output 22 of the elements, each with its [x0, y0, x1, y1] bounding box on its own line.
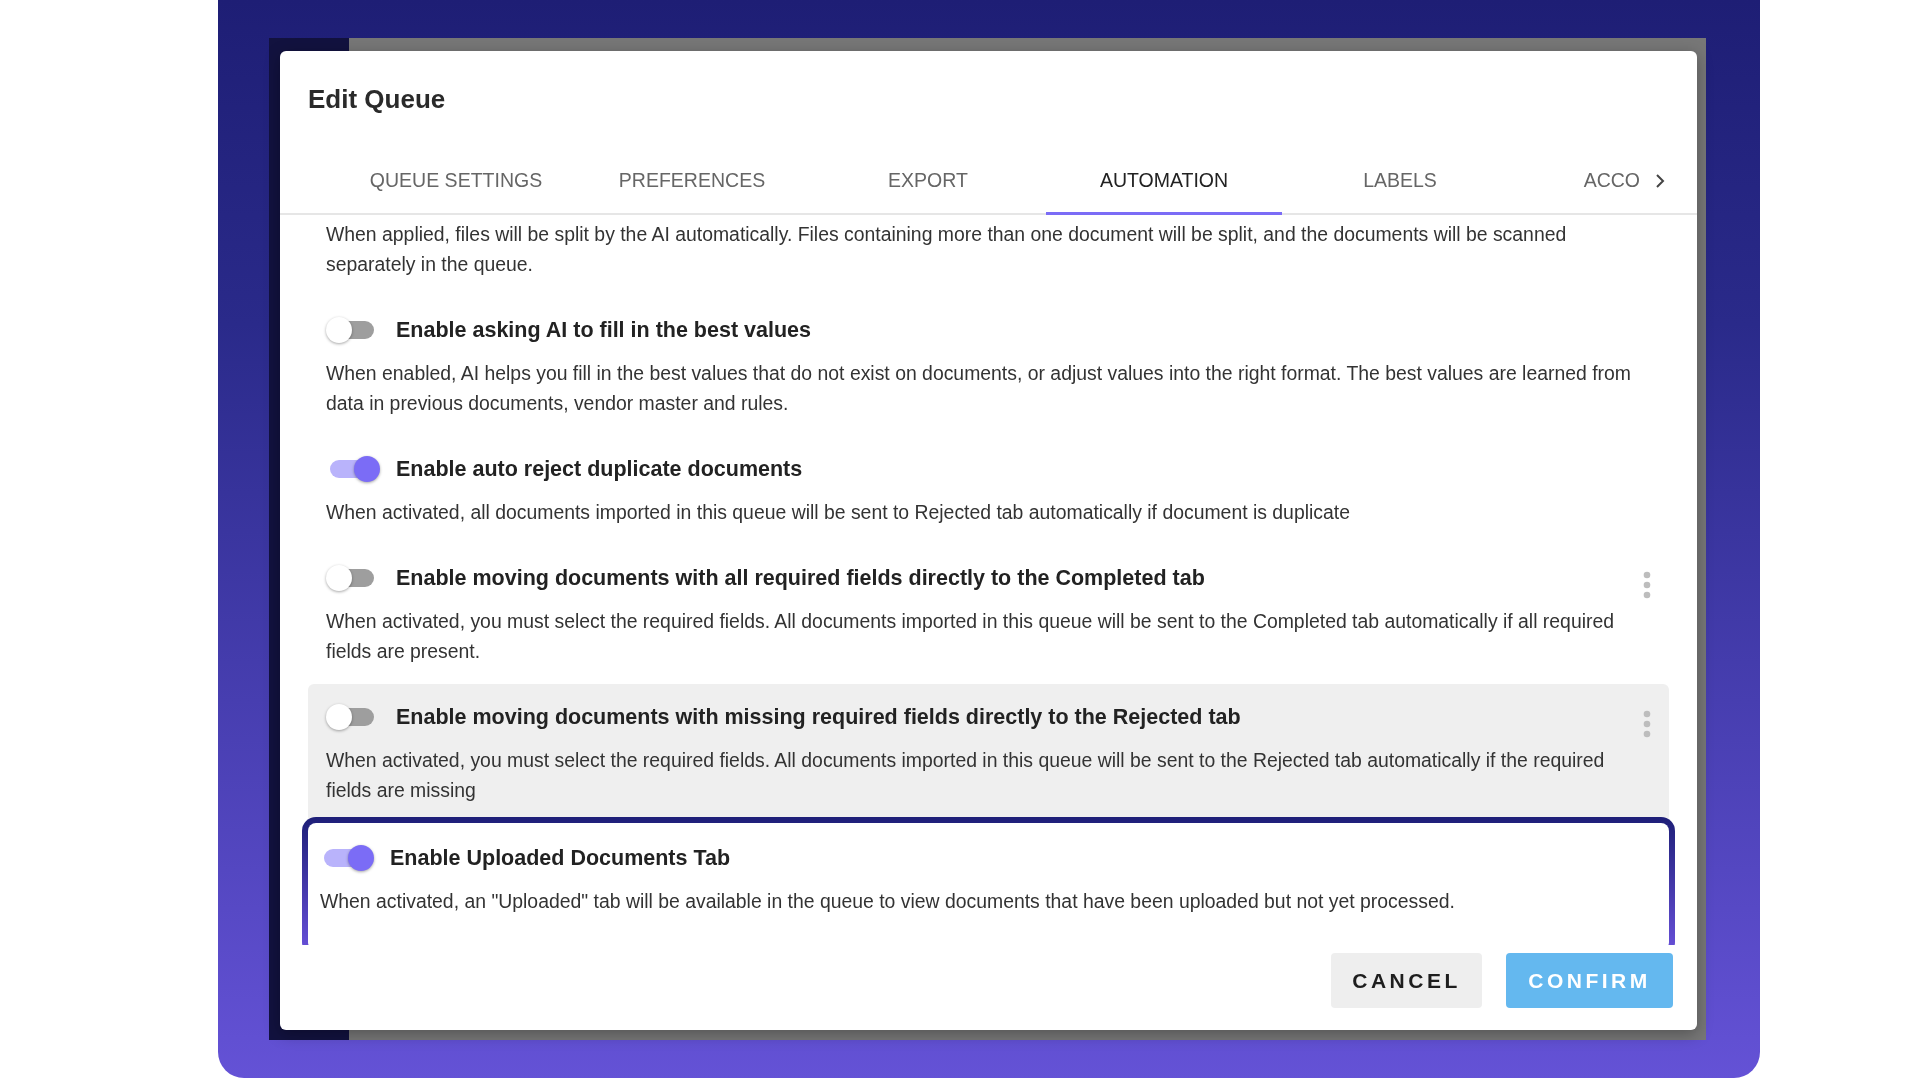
tab[interactable]: QUEUE SETTINGS: [338, 133, 574, 215]
tab[interactable]: PREFERENCES: [574, 133, 810, 215]
dialog-title: Edit Queue: [307, 83, 447, 116]
setting-title: Enable Uploaded Documents Tab: [390, 845, 731, 871]
setting-title: Enable auto reject duplicate documents: [396, 456, 803, 482]
setting-description: When activated, you must select the required fields. All documents imported in this queue will be sent to the Completed tab automatically if all required fields are present.: [326, 609, 1615, 664]
tab[interactable]: LABELS: [1282, 133, 1518, 215]
tab[interactable]: ACCO: [1518, 133, 1646, 215]
more-options-icon[interactable]: [1643, 570, 1651, 600]
cancel-button[interactable]: CANCEL: [1331, 953, 1482, 1008]
setting-description: When enabled, AI helps you fill in the best values that do not exist on documents, or adjust values into the right format. The best values are learned from data in previous documents, vendor master and rules.: [326, 361, 1632, 416]
setting-title: Enable asking AI to fill in the best values: [396, 317, 811, 343]
setting-description: When applied, files will be split by the AI automatically. Files containing more than one document will be split, and the documents will be scanned separately in the queue.: [326, 222, 1568, 277]
setting-description: When activated, all documents imported in this queue will be sent to Rejected tab automatically if document is duplicate: [326, 500, 1351, 525]
chevron-right-icon[interactable]: [1654, 173, 1666, 189]
setting-description: When activated, you must select the required fields. All documents imported in this queue will be sent to the Rejected tab automatically if the required fields are missing: [326, 748, 1606, 803]
tab[interactable]: AUTOMATION: [1046, 133, 1282, 215]
setting-title: Enable moving documents with all required fields directly to the Completed tab: [396, 565, 1205, 591]
more-options-icon[interactable]: [1643, 709, 1651, 739]
setting-title: Enable moving documents with missing required fields directly to the Rejected tab: [396, 704, 1241, 730]
tab[interactable]: EXPORT: [810, 133, 1046, 215]
setting-description: When activated, an "Uploaded" tab will be available in the queue to view documents that have been uploaded but not yet processed.: [320, 889, 1456, 914]
